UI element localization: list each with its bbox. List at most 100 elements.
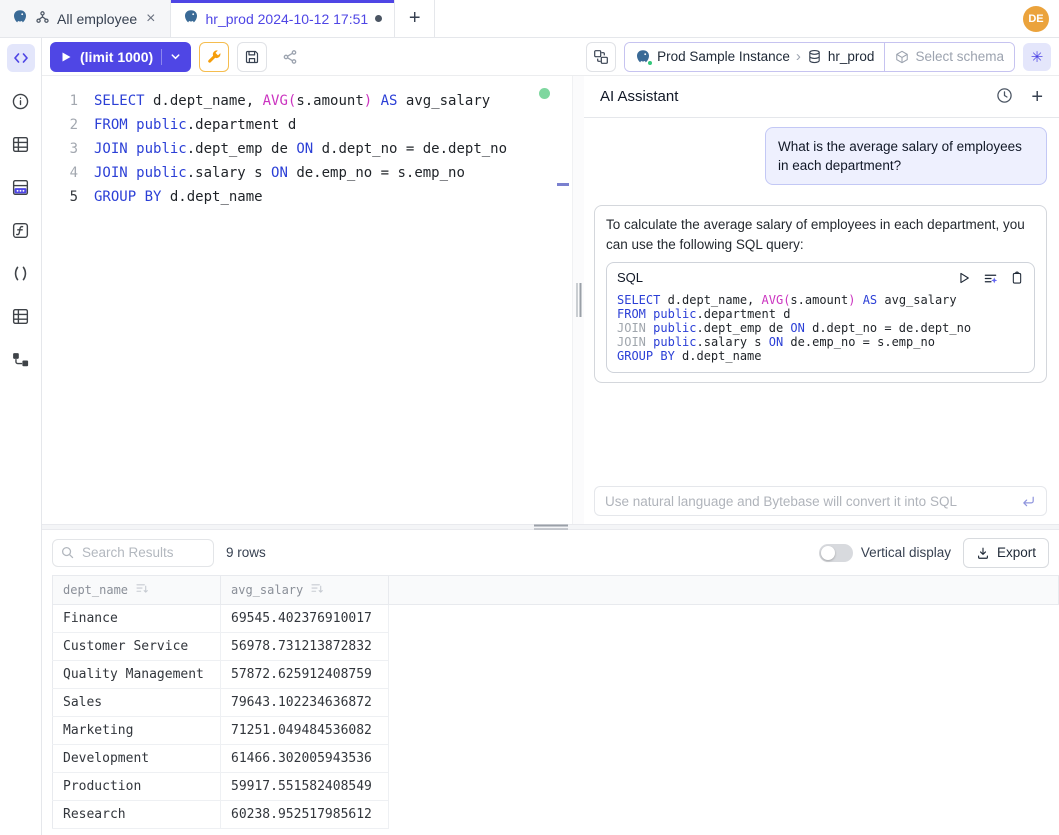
postgres-icon bbox=[183, 9, 199, 28]
table-row[interactable]: Marketing71251.049484536082 bbox=[53, 717, 1059, 745]
code-line: JOIN public.salary s ON de.emp_no = s.em… bbox=[94, 161, 507, 185]
sql-code-lines: SELECT d.dept_name, AVG(s.amount) AS avg… bbox=[607, 290, 1034, 372]
table-cell: Marketing bbox=[53, 717, 221, 745]
code-line: SELECT d.dept_name, AVG(s.amount) AS avg… bbox=[617, 293, 1024, 307]
table-cell-filler bbox=[389, 661, 1059, 689]
row-count-label: 9 rows bbox=[226, 545, 266, 560]
table-row[interactable]: Development61466.302005943536 bbox=[53, 745, 1059, 773]
tab-hr-prod-query[interactable]: hr_prod 2024-10-12 17:51 bbox=[171, 0, 396, 37]
table-cell: Production bbox=[53, 773, 221, 801]
results-table: dept_nameavg_salary Finance69545.4023769… bbox=[52, 575, 1059, 829]
table-data-icon[interactable] bbox=[7, 173, 35, 201]
add-tab-button[interactable]: + bbox=[395, 0, 435, 37]
assistant-message-bubble: To calculate the average salary of emplo… bbox=[594, 205, 1047, 383]
tab-label: hr_prod 2024-10-12 17:51 bbox=[206, 11, 369, 27]
table-cell-filler bbox=[389, 717, 1059, 745]
new-chat-plus-icon[interactable]: + bbox=[1031, 87, 1043, 107]
table-cell: Quality Management bbox=[53, 661, 221, 689]
export-button[interactable]: Export bbox=[963, 538, 1049, 568]
table-row[interactable]: Production59917.551582408549 bbox=[53, 773, 1059, 801]
table-cell: 59917.551582408549 bbox=[221, 773, 389, 801]
sort-icon[interactable] bbox=[136, 583, 149, 597]
line-number: 5 bbox=[42, 185, 78, 209]
ai-assistant-panel: AI Assistant + What is the average salar… bbox=[584, 76, 1059, 524]
vertical-splitter[interactable] bbox=[572, 76, 584, 524]
views-table-icon[interactable] bbox=[7, 302, 35, 330]
horizontal-splitter[interactable] bbox=[42, 524, 1059, 530]
share-button[interactable] bbox=[275, 42, 305, 72]
table-row[interactable]: Sales79643.102234636872 bbox=[53, 689, 1059, 717]
format-wrench-button[interactable] bbox=[199, 42, 229, 72]
column-header-dept_name[interactable]: dept_name bbox=[53, 576, 221, 605]
download-icon bbox=[976, 546, 990, 560]
code-line: JOIN public.dept_emp de ON d.dept_no = d… bbox=[617, 321, 1024, 335]
schema-diagram-icon[interactable] bbox=[7, 345, 35, 373]
sort-icon[interactable] bbox=[311, 583, 324, 597]
line-number: 1 bbox=[42, 89, 78, 113]
assistant-message-text: To calculate the average salary of emplo… bbox=[606, 215, 1035, 255]
code-line: SELECT d.dept_name, AVG(s.amount) AS avg… bbox=[94, 89, 507, 113]
code-line: GROUP BY d.dept_name bbox=[94, 185, 507, 209]
table-cell: 79643.102234636872 bbox=[221, 689, 389, 717]
column-header-avg_salary[interactable]: avg_salary bbox=[221, 576, 389, 605]
copy-code-icon[interactable] bbox=[1010, 271, 1024, 285]
run-query-button[interactable]: (limit 1000) bbox=[50, 42, 191, 72]
chevron-down-icon bbox=[170, 51, 181, 62]
tab-bar-spacer bbox=[435, 0, 1023, 37]
user-avatar[interactable]: DE bbox=[1023, 6, 1049, 32]
compare-schema-icon bbox=[593, 49, 609, 65]
close-tab-icon[interactable]: × bbox=[144, 11, 157, 27]
postgres-icon bbox=[635, 49, 651, 65]
schema-cube-icon bbox=[895, 50, 909, 64]
code-line: GROUP BY d.dept_name bbox=[617, 349, 1024, 363]
tables-icon[interactable] bbox=[7, 130, 35, 158]
table-cell: 71251.049484536082 bbox=[221, 717, 389, 745]
table-cell-filler bbox=[389, 801, 1059, 829]
ai-chat-area: What is the average salary of employees … bbox=[584, 118, 1059, 524]
database-name: hr_prod bbox=[828, 49, 875, 64]
history-clock-icon[interactable] bbox=[996, 87, 1013, 107]
insert-into-editor-icon[interactable] bbox=[983, 271, 998, 286]
enter-return-icon[interactable] bbox=[1021, 494, 1036, 509]
code-line: FROM public.department d bbox=[94, 113, 507, 137]
sql-editor[interactable]: 12345 SELECT d.dept_name, AVG(s.amount) … bbox=[42, 76, 572, 524]
breadcrumb-chevron-icon: › bbox=[796, 48, 801, 65]
procedures-parentheses-icon[interactable] bbox=[7, 259, 35, 287]
table-cell-filler bbox=[389, 745, 1059, 773]
postgres-icon bbox=[12, 9, 28, 28]
table-cell-filler bbox=[389, 605, 1059, 633]
table-row[interactable]: Research60238.952517985612 bbox=[53, 801, 1059, 829]
tab-all-employee[interactable]: All employee × bbox=[0, 0, 171, 37]
ai-assistant-title: AI Assistant bbox=[600, 88, 678, 105]
code-line: FROM public.department d bbox=[617, 307, 1024, 321]
connection-status-dot bbox=[539, 88, 550, 99]
table-row[interactable]: Customer Service56978.731213872832 bbox=[53, 633, 1059, 661]
save-button[interactable] bbox=[237, 42, 267, 72]
sql-editor-code-icon[interactable] bbox=[7, 44, 35, 72]
instance-database-selector[interactable]: Prod Sample Instance › hr_prod bbox=[625, 43, 884, 71]
nl2sql-input[interactable] bbox=[605, 494, 1013, 509]
bytebase-sql-editor-app: All employee × hr_prod 2024-10-12 17:51 … bbox=[0, 0, 1059, 835]
table-row[interactable]: Quality Management57872.625912408759 bbox=[53, 661, 1059, 689]
table-cell: Customer Service bbox=[53, 633, 221, 661]
line-number: 4 bbox=[42, 161, 78, 185]
table-cell: Sales bbox=[53, 689, 221, 717]
info-icon[interactable] bbox=[7, 87, 35, 115]
sync-schema-button[interactable] bbox=[586, 42, 616, 72]
table-row[interactable]: Finance69545.402376910017 bbox=[53, 605, 1059, 633]
table-cell: Development bbox=[53, 745, 221, 773]
share-icon bbox=[282, 49, 298, 65]
sql-code-block: SQL bbox=[606, 262, 1035, 373]
table-cell: 60238.952517985612 bbox=[221, 801, 389, 829]
schema-selector[interactable]: Select schema bbox=[884, 43, 1014, 71]
functions-icon[interactable] bbox=[7, 216, 35, 244]
line-number: 2 bbox=[42, 113, 78, 137]
run-code-icon[interactable] bbox=[957, 271, 971, 285]
column-header-filler bbox=[389, 576, 1059, 605]
table-cell: 56978.731213872832 bbox=[221, 633, 389, 661]
ai-assistant-header: AI Assistant + bbox=[584, 76, 1059, 118]
search-results-input[interactable] bbox=[52, 539, 214, 567]
code-line: JOIN public.dept_emp de ON d.dept_no = d… bbox=[94, 137, 507, 161]
vertical-display-toggle[interactable] bbox=[819, 544, 853, 562]
openai-assistant-button[interactable]: ✳ bbox=[1023, 43, 1051, 71]
